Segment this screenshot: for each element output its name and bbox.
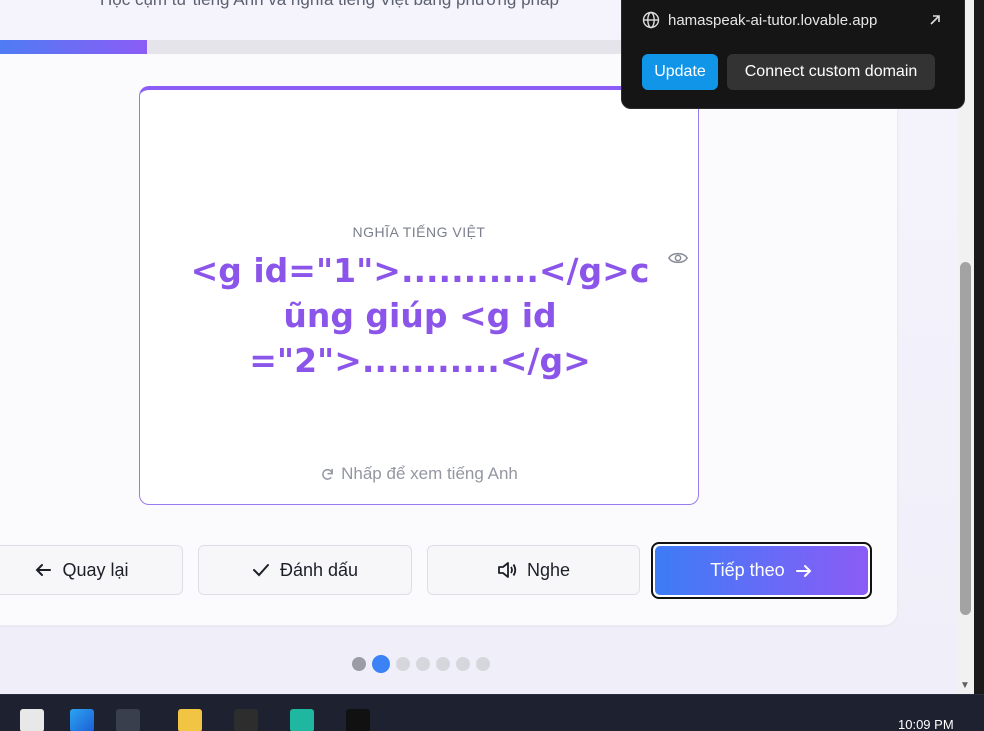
- next-button-body[interactable]: Tiếp theo: [655, 546, 868, 595]
- flashcard[interactable]: NGHĨA TIẾNG VIỆT <g id="1">...........</…: [139, 86, 699, 505]
- update-button[interactable]: Update: [642, 54, 718, 90]
- scroll-down-icon[interactable]: ▼: [960, 680, 970, 691]
- pagination-dot[interactable]: [436, 657, 450, 671]
- clock: 10:09 PM: [898, 717, 954, 731]
- page-subtitle: Học cụm từ tiếng Anh và nghĩa tiếng Việt…: [100, 0, 559, 10]
- back-button-label: Quay lại: [62, 559, 129, 580]
- pagination-dot[interactable]: [476, 657, 490, 671]
- speaker-icon: [498, 562, 517, 578]
- card-label: NGHĨA TIẾNG VIỆT: [352, 224, 486, 240]
- progress-bar: [0, 40, 640, 54]
- pagination-dot[interactable]: [416, 657, 430, 671]
- connect-domain-button[interactable]: Connect custom domain: [727, 54, 935, 90]
- pagination-dot[interactable]: [456, 657, 470, 671]
- pagination-dots: [352, 655, 490, 673]
- card-hint: Nhấp để xem tiếng Anh: [140, 464, 698, 484]
- arrow-left-icon: [36, 564, 52, 576]
- popup-url[interactable]: hamaspeak-ai-tutor.lovable.app: [668, 12, 877, 29]
- tiktok-icon[interactable]: [346, 709, 370, 731]
- refresh-icon: [322, 468, 334, 480]
- window-edge: [974, 0, 984, 694]
- pagination-dot[interactable]: [352, 657, 366, 671]
- listen-button[interactable]: Nghe: [427, 545, 640, 595]
- scrollbar-thumb[interactable]: [960, 262, 971, 615]
- progress-fill: [0, 40, 148, 54]
- app-icon[interactable]: [290, 709, 314, 731]
- edge-icon[interactable]: [70, 709, 94, 731]
- taskbar: 10:09 PM: [0, 694, 984, 731]
- pagination-dot[interactable]: [372, 655, 390, 673]
- eye-icon[interactable]: [668, 250, 688, 266]
- next-button-label: Tiếp theo: [710, 560, 785, 580]
- card-hint-label: Nhấp để xem tiếng Anh: [341, 464, 518, 483]
- next-button[interactable]: Tiếp theo: [651, 542, 872, 599]
- back-button[interactable]: Quay lại: [0, 545, 183, 595]
- popup-url-row[interactable]: hamaspeak-ai-tutor.lovable.app: [642, 11, 942, 29]
- bookmark-button[interactable]: Đánh dấu: [198, 545, 412, 595]
- external-link-icon[interactable]: [928, 13, 942, 27]
- check-icon: [252, 564, 269, 577]
- arrow-right-icon: [795, 564, 812, 577]
- file-icon[interactable]: [20, 709, 44, 731]
- chrome-icon[interactable]: [116, 709, 140, 731]
- pagination-dot[interactable]: [396, 657, 410, 671]
- bookmark-button-label: Đánh dấu: [279, 559, 359, 580]
- terminal-icon[interactable]: [234, 709, 258, 731]
- publish-popup: hamaspeak-ai-tutor.lovable.app Update Co…: [621, 0, 965, 109]
- card-text: <g id="1">...........</g>cũng giúp <g id…: [190, 251, 650, 380]
- folder-icon[interactable]: [178, 709, 202, 731]
- globe-icon: [642, 11, 660, 29]
- listen-button-label: Nghe: [526, 559, 571, 580]
